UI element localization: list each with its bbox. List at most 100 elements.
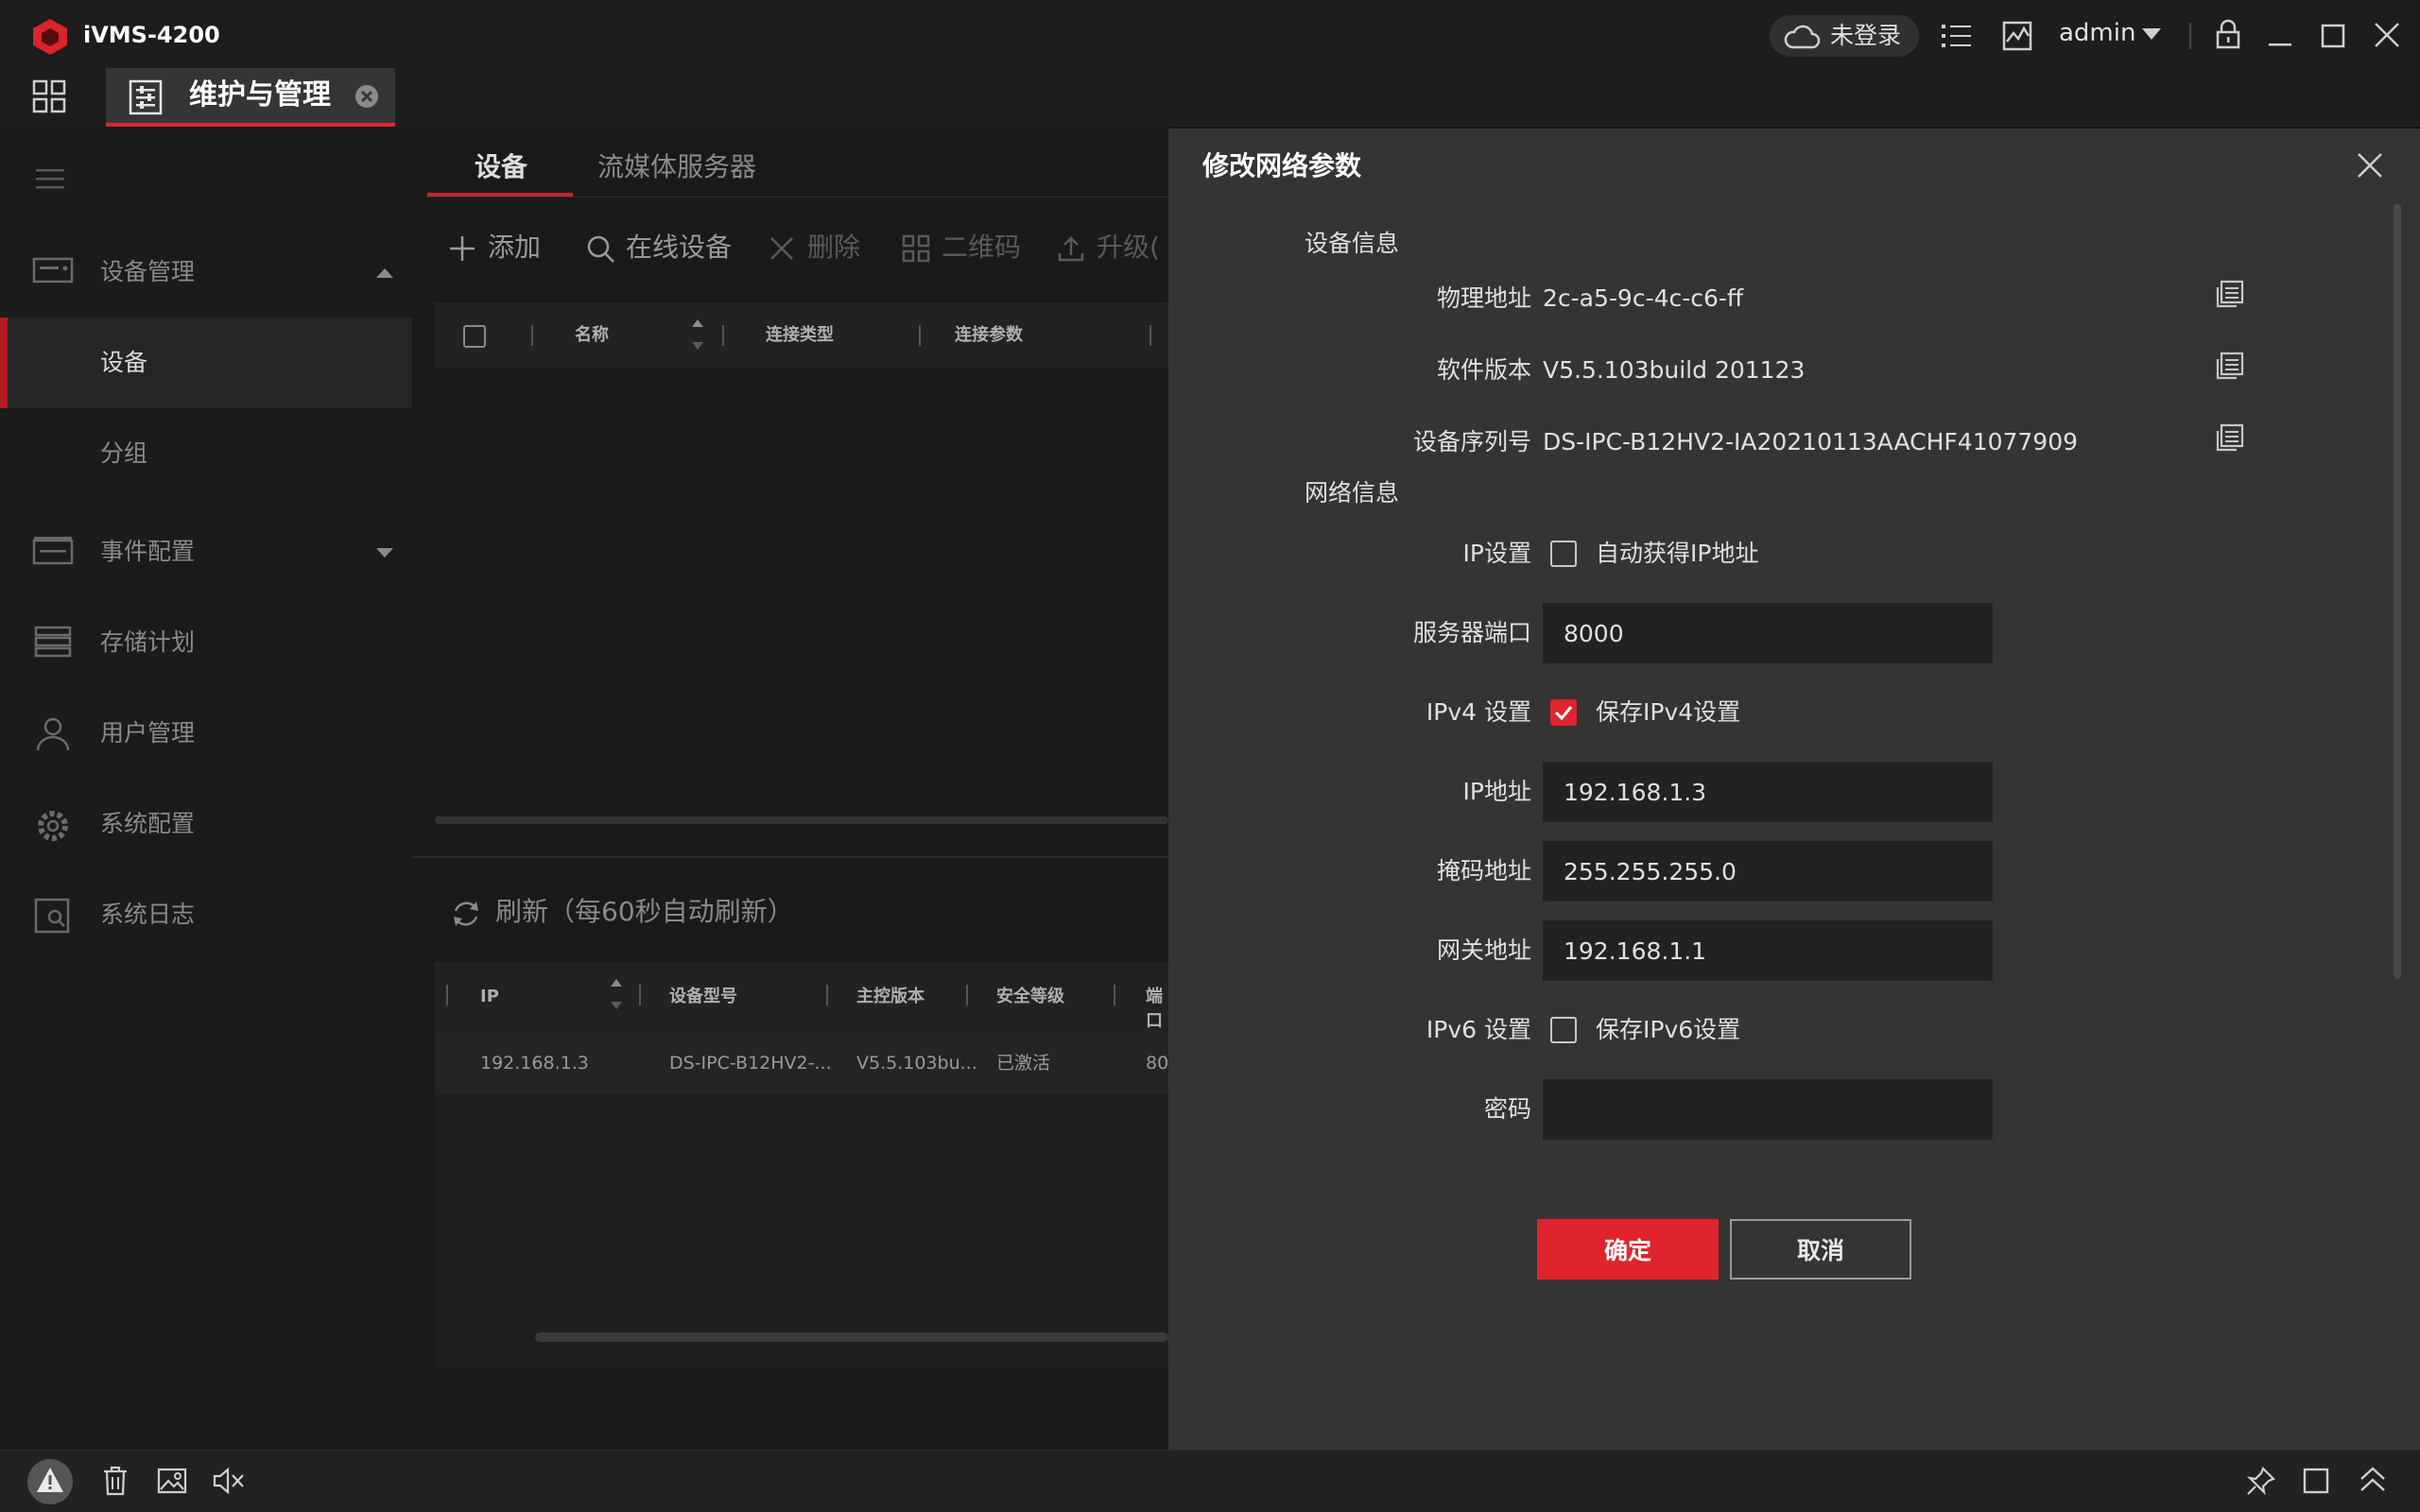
ipv4-keep-checkbox[interactable] — [1550, 699, 1577, 726]
confirm-button[interactable]: 确定 — [1537, 1219, 1719, 1280]
ipv4-keep-label[interactable]: 保存IPv4设置 — [1596, 696, 1740, 730]
column-separator — [966, 985, 968, 1005]
dhcp-label[interactable]: 自动获得IP地址 — [1596, 537, 1758, 571]
user-name[interactable]: admin — [2059, 17, 2135, 49]
copy-icon[interactable] — [2214, 280, 2244, 310]
modify-network-dialog: 修改网络参数 设备信息 物理地址 2c-a5-9c-4c-c6-ff 软件版本 … — [1168, 129, 2420, 1450]
close-circle-icon[interactable] — [354, 83, 380, 110]
image-icon[interactable] — [157, 1466, 187, 1496]
tab-device[interactable]: 设备 — [475, 149, 527, 185]
column-header[interactable]: IP — [480, 985, 499, 1009]
sort-icon[interactable] — [609, 977, 624, 1011]
device-table-header: 名称 连接类型 连接参数 — [435, 302, 1168, 369]
maximize-icon[interactable] — [2320, 23, 2346, 49]
sidebar-item-system-config[interactable]: 系统配置 — [0, 781, 412, 869]
sort-icon[interactable] — [690, 318, 705, 352]
horizontal-scrollbar[interactable] — [435, 816, 1168, 824]
column-header[interactable]: 安全等级 — [996, 985, 1064, 1009]
sidebar-item-user-management[interactable]: 用户管理 — [0, 690, 412, 779]
sidebar-item-system-log[interactable]: 系统日志 — [0, 871, 412, 960]
vertical-scrollbar[interactable] — [2394, 204, 2401, 979]
software-version-label: 软件版本 — [1436, 356, 1531, 384]
cell-port: 80 — [1146, 1053, 1168, 1074]
ip-address-label: IP地址 — [1462, 778, 1531, 805]
column-separator — [826, 985, 828, 1005]
refresh-icon[interactable] — [450, 898, 482, 930]
close-icon[interactable] — [2373, 21, 2401, 49]
monitor-icon[interactable] — [2002, 21, 2032, 51]
tab-maintenance[interactable]: 维护与管理 — [106, 68, 395, 127]
tab-stream-server[interactable]: 流媒体服务器 — [597, 149, 756, 185]
column-separator — [919, 325, 921, 346]
copy-icon[interactable] — [2214, 352, 2244, 382]
column-header[interactable]: 端口 — [1146, 985, 1168, 1034]
column-separator — [722, 325, 724, 346]
sidebar-item-label: 事件配置 — [100, 538, 196, 565]
column-header[interactable]: 名称 — [575, 323, 609, 348]
copy-icon[interactable] — [2214, 423, 2244, 454]
online-table-body — [435, 1094, 1168, 1368]
sidebar-item-event-config[interactable]: 事件配置 — [0, 508, 412, 597]
ipv6-keep-checkbox[interactable] — [1550, 1017, 1577, 1043]
menu-icon[interactable] — [36, 168, 64, 191]
select-all-checkbox[interactable] — [463, 325, 486, 348]
gateway-input[interactable] — [1543, 920, 1993, 981]
sidebar-item-device-management[interactable]: 设备管理 — [0, 229, 412, 318]
dhcp-checkbox[interactable] — [1550, 541, 1577, 567]
event-icon — [32, 535, 74, 567]
chevron-down-icon[interactable] — [2142, 28, 2161, 40]
double-chevron-up-icon[interactable] — [2358, 1464, 2388, 1494]
cancel-button[interactable]: 取消 — [1730, 1219, 1911, 1280]
column-header[interactable]: 主控版本 — [856, 985, 925, 1009]
mute-icon[interactable] — [212, 1466, 246, 1496]
sidebar-item-group[interactable]: 分组 — [0, 408, 412, 499]
horizontal-scrollbar[interactable] — [535, 1332, 1168, 1342]
window-icon[interactable] — [2303, 1468, 2329, 1494]
server-port-input[interactable] — [1543, 603, 1993, 663]
serial-number-value: DS-IPC-B12HV2-IA20210113AACHF41077909 — [1543, 428, 2079, 455]
column-header[interactable]: 连接参数 — [955, 323, 1023, 348]
online-table-header: IP 设备型号 主控版本 安全等级 端口 — [435, 962, 1168, 1032]
cell-ip: 192.168.1.3 — [480, 1053, 589, 1074]
upload-icon — [1058, 236, 1084, 262]
upgrade-label: 升级( — [1097, 232, 1160, 263]
serial-number-label: 设备序列号 — [1412, 428, 1531, 455]
title-bar: iVMS-4200 未登录 admin 维护与管理 — [0, 0, 2420, 127]
list-icon[interactable] — [1942, 23, 1972, 49]
minimize-icon[interactable] — [2267, 23, 2293, 49]
apps-grid-icon[interactable] — [32, 79, 66, 113]
mask-input[interactable] — [1543, 841, 1993, 902]
sidebar-item-label: 设备管理 — [100, 258, 196, 285]
sidebar-item-label: 系统配置 — [100, 810, 196, 837]
sidebar-item-label: 用户管理 — [100, 719, 196, 747]
delete-icon — [770, 237, 793, 260]
separator — [2189, 23, 2191, 49]
alert-icon[interactable] — [26, 1458, 74, 1505]
sidebar-item-label: 系统日志 — [100, 901, 196, 928]
ipv6-keep-label[interactable]: 保存IPv6设置 — [1596, 1013, 1740, 1047]
close-icon[interactable] — [2356, 151, 2384, 180]
storage-icon — [32, 626, 74, 658]
column-header[interactable]: 连接类型 — [766, 323, 834, 348]
refresh-label[interactable]: 刷新（每60秒自动刷新） — [495, 894, 794, 930]
gear-icon — [32, 807, 74, 845]
sidebar-item-storage-plan[interactable]: 存储计划 — [0, 599, 412, 688]
column-header[interactable]: 设备型号 — [669, 985, 737, 1009]
ip-address-input[interactable] — [1543, 762, 1993, 822]
pin-icon[interactable] — [2246, 1466, 2276, 1496]
trash-icon[interactable] — [102, 1466, 129, 1496]
password-label: 密码 — [1483, 1095, 1531, 1123]
lock-icon[interactable] — [2216, 19, 2240, 49]
sidebar-item-device[interactable]: 设备 — [0, 318, 412, 408]
network-info-section: 网络信息 — [1305, 479, 1400, 507]
check-icon — [1554, 706, 1573, 721]
mac-label: 物理地址 — [1436, 284, 1531, 312]
cloud-login-button[interactable]: 未登录 — [1770, 15, 1919, 57]
cell-firmware: V5.5.103bu... — [856, 1053, 977, 1074]
column-separator — [639, 985, 641, 1005]
table-row[interactable]: 192.168.1.3 DS-IPC-B12HV2-... V5.5.103bu… — [435, 1032, 1168, 1094]
software-version-value: V5.5.103build 201123 — [1543, 356, 1806, 384]
password-input[interactable] — [1543, 1079, 1993, 1140]
sidebar-item-label: 分组 — [100, 439, 148, 467]
qrcode-icon — [902, 234, 930, 263]
